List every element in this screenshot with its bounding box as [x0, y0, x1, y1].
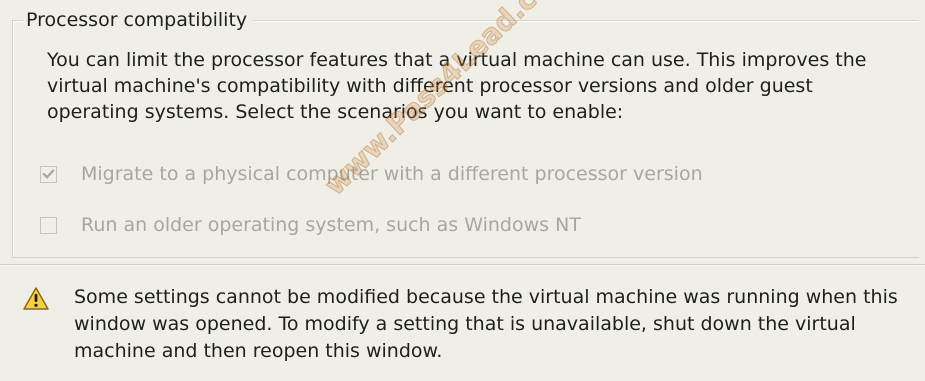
checkmark-icon	[42, 168, 55, 179]
migrate-physical-computer-checkbox[interactable]	[40, 165, 57, 183]
processor-compatibility-title: Processor compatibility	[24, 8, 254, 32]
migrate-physical-computer-label: Migrate to a physical computer with a di…	[81, 163, 703, 185]
run-older-os-label: Run an older operating system, such as W…	[81, 214, 581, 236]
migrate-physical-computer-option[interactable]: Migrate to a physical computer with a di…	[40, 161, 703, 187]
warning-message: Some settings cannot be modified because…	[22, 284, 914, 365]
processor-compatibility-description: You can limit the processor features tha…	[47, 49, 867, 123]
warning-text: Some settings cannot be modified because…	[74, 286, 898, 362]
run-older-os-checkbox[interactable]	[40, 216, 57, 234]
warning-icon	[23, 287, 49, 310]
run-older-os-option[interactable]: Run an older operating system, such as W…	[40, 212, 581, 238]
section-divider	[0, 264, 925, 266]
